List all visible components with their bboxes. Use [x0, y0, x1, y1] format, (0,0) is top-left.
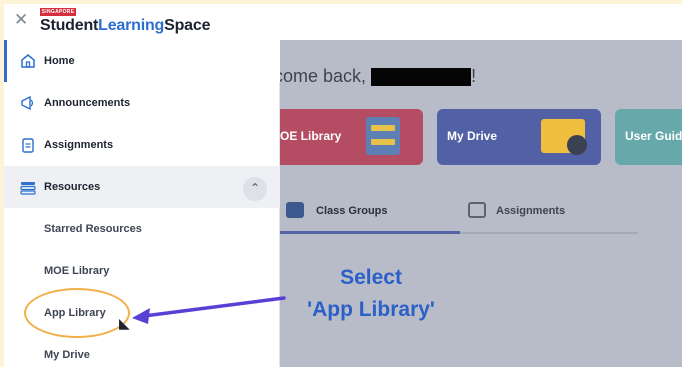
sidebar-subitem-my-drive[interactable]: My Drive [4, 334, 280, 367]
sidebar-subitem-moe-library[interactable]: MOE Library [4, 250, 280, 292]
sidebar-subitem-label: MOE Library [44, 265, 110, 277]
sidebar-subitem-starred-resources[interactable]: Starred Resources [4, 208, 280, 250]
my-drive-card[interactable]: My Drive [437, 109, 601, 165]
sidebar-item-assignments[interactable]: Assignments [4, 124, 280, 166]
class-groups-icon [286, 202, 304, 218]
sidebar-item-label: Resources [44, 181, 101, 193]
card-label: OE Library [280, 129, 342, 143]
chevron-up-icon[interactable]: ⌃ [243, 177, 267, 201]
instruction-callout: Select 'App Library' [286, 262, 456, 326]
sidebar-subitem-label: Starred Resources [44, 223, 142, 235]
sidebar-item-resources[interactable]: Resources ⌃ [4, 166, 280, 208]
tab-assignments[interactable]: Assignments [496, 205, 565, 217]
assignments-icon [468, 202, 486, 218]
top-bar: ✕ SINGAPORE StudentLearningSpace [4, 4, 682, 40]
card-label: User Guide [625, 129, 682, 143]
logo-badge: SINGAPORE [40, 8, 76, 16]
sidebar-item-label: Announcements [44, 97, 131, 109]
cabinet-illustration-icon [366, 117, 400, 155]
user-guide-card[interactable]: User Guide [615, 109, 682, 165]
sidebar-item-home[interactable]: Home [4, 40, 280, 82]
arrow-icon [132, 296, 286, 324]
welcome-suffix: ! [471, 66, 477, 86]
sidebar-item-label: Home [44, 55, 75, 67]
sidebar-subitem-label: My Drive [44, 349, 90, 361]
instruction-line-2: 'App Library' [307, 298, 435, 321]
welcome-heading: lcome back, ! [270, 66, 476, 87]
logo-text: StudentLearningSpace [40, 17, 211, 34]
highlight-ring [24, 288, 130, 338]
instruction-line-1: Select [340, 266, 402, 289]
tab-class-groups[interactable]: Class Groups [316, 205, 388, 217]
moe-library-card[interactable]: OE Library [270, 109, 423, 165]
megaphone-icon [21, 95, 34, 111]
logo[interactable]: SINGAPORE StudentLearningSpace [40, 8, 210, 36]
card-label: My Drive [447, 129, 498, 143]
layers-icon [20, 182, 36, 195]
tab-active-indicator [270, 231, 460, 234]
main-tabs: Class Groups Assignments [270, 194, 638, 234]
welcome-text: lcome back, [270, 66, 367, 86]
sidebar-item-announcements[interactable]: Announcements [4, 82, 280, 124]
close-icon[interactable]: ✕ [14, 12, 28, 29]
sidebar-item-label: Assignments [44, 139, 114, 151]
redacted-name [371, 68, 472, 87]
home-icon [21, 54, 35, 68]
folder-illustration-icon [541, 119, 587, 155]
app-window: ✕ SINGAPORE StudentLearningSpace lcome b… [4, 4, 682, 367]
clipboard-icon [22, 138, 34, 153]
